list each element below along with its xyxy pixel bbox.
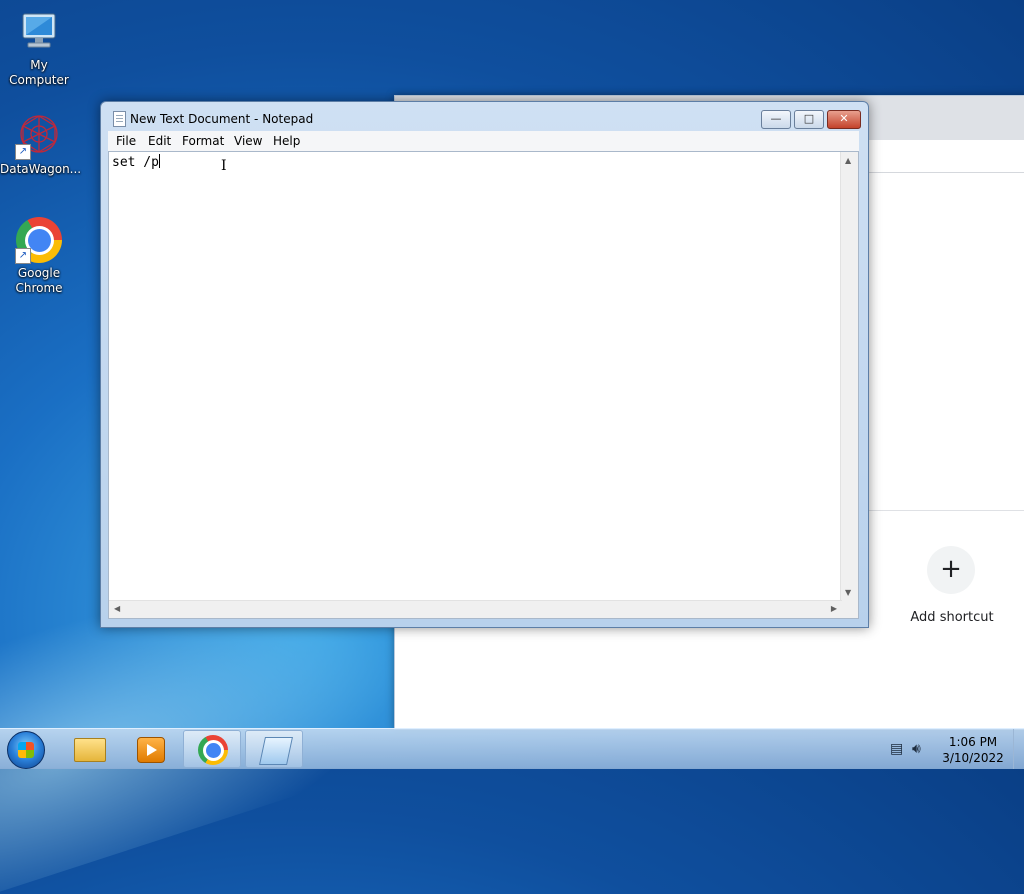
show-desktop-button[interactable] (1013, 729, 1024, 769)
resize-grip[interactable] (841, 601, 858, 618)
menu-file[interactable]: File (116, 134, 136, 148)
chrome-icon (198, 735, 228, 765)
clock-time: 1:06 PM (948, 735, 998, 749)
vertical-scrollbar[interactable]: ▲ ▼ (840, 152, 858, 601)
notepad-window[interactable]: New Text Document - Notepad — □ ✕ File E… (100, 101, 869, 628)
horizontal-scrollbar[interactable]: ◀ ▶ (109, 600, 842, 618)
scroll-down-icon[interactable]: ▼ (845, 588, 851, 597)
menu-format[interactable]: Format (182, 134, 224, 148)
system-clock[interactable]: 1:06 PM 3/10/2022 (934, 734, 1012, 766)
shortcut-arrow-icon: ↗ (15, 248, 31, 264)
maximize-button[interactable]: □ (794, 110, 824, 129)
minimize-button[interactable]: — (761, 110, 791, 129)
datawagon-icon: ↗ (15, 112, 63, 160)
volume-icon[interactable]: 🔊︎ (912, 741, 921, 757)
editor-text: set /p (112, 155, 159, 170)
taskbar-media-player[interactable] (121, 730, 179, 768)
desktop-icon-my-computer[interactable]: My Computer (0, 8, 78, 88)
taskbar-notepad[interactable] (245, 730, 303, 768)
desktop-icon-datawagon[interactable]: ↗ DataWagon... (0, 112, 82, 177)
menu-help[interactable]: Help (273, 134, 300, 148)
desktop-icon-label: Google Chrome (15, 266, 63, 295)
network-icon[interactable]: ▤ (890, 741, 903, 757)
text-editor[interactable]: set /p I ▲ ▼ ◀ ▶ (108, 151, 859, 619)
start-button[interactable] (7, 731, 45, 769)
menu-edit[interactable]: Edit (148, 134, 171, 148)
text-caret (158, 154, 160, 168)
desktop-icon-label: My Computer (9, 58, 69, 87)
add-shortcut-button[interactable]: + (927, 546, 975, 594)
chrome-icon: ↗ (15, 216, 63, 264)
taskbar: ▤ 🔊︎ 1:06 PM 3/10/2022 (0, 728, 1024, 769)
taskbar-windows-explorer[interactable] (60, 730, 118, 768)
menu-view[interactable]: View (234, 134, 262, 148)
scroll-up-icon[interactable]: ▲ (845, 156, 851, 165)
scroll-right-icon[interactable]: ▶ (831, 604, 837, 613)
clock-date: 3/10/2022 (942, 751, 1004, 765)
folder-icon (74, 738, 106, 762)
window-title: New Text Document - Notepad (130, 112, 314, 126)
desktop-icon-google-chrome[interactable]: ↗ Google Chrome (0, 216, 78, 296)
shortcut-arrow-icon: ↗ (15, 144, 31, 160)
menu-bar: File Edit Format View Help (108, 131, 859, 151)
media-player-icon (137, 737, 165, 763)
desktop-icon-label: DataWagon... (0, 162, 82, 176)
title-bar[interactable]: New Text Document - Notepad — □ ✕ (101, 102, 868, 132)
ibeam-cursor-icon: I (221, 158, 227, 174)
notepad-icon (113, 111, 126, 127)
computer-icon (15, 8, 63, 56)
editor-content: set /p (112, 154, 160, 170)
scroll-left-icon[interactable]: ◀ (114, 604, 120, 613)
taskbar-google-chrome[interactable] (183, 730, 241, 768)
close-button[interactable]: ✕ (827, 110, 861, 129)
add-shortcut-label: Add shortcut (910, 610, 994, 625)
notepad-icon (259, 737, 293, 765)
